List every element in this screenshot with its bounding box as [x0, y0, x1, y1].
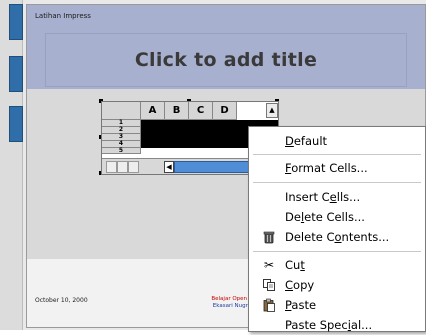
- menu-label: aste: [291, 298, 317, 312]
- footer-date: October 10, 2000: [35, 297, 88, 304]
- menu-accelerator: e: [329, 190, 337, 204]
- scroll-up-icon[interactable]: ▲: [266, 103, 278, 118]
- menu-accelerator: D: [285, 134, 294, 148]
- menu-label: efault: [293, 134, 328, 148]
- prev-sheet-nav-icon[interactable]: [117, 161, 128, 173]
- menu-label: ete Cells...: [304, 210, 365, 224]
- title-placeholder[interactable]: Click to add title: [45, 33, 407, 87]
- row-header-5[interactable]: 5: [102, 148, 141, 154]
- menu-label: Cu: [285, 258, 301, 272]
- next-sheet-nav-icon[interactable]: [128, 161, 139, 173]
- menu-item-paste-special[interactable]: Paste Special...: [249, 315, 425, 335]
- menu-accelerator: o: [334, 230, 342, 244]
- menu-separator: [253, 182, 421, 183]
- menu-item-insert-cells[interactable]: Insert Cells...: [249, 187, 425, 207]
- column-header-d[interactable]: D: [213, 102, 237, 120]
- menu-label: De: [285, 210, 301, 224]
- select-all-corner[interactable]: [102, 102, 141, 120]
- copy-icon: [261, 278, 277, 292]
- menu-accelerator: t: [300, 258, 305, 272]
- menu-item-format-cells[interactable]: Format Cells...: [249, 158, 425, 178]
- menu-item-delete-contents[interactable]: Delete Contents...: [249, 227, 425, 247]
- side-tab-1[interactable]: [9, 4, 23, 40]
- menu-item-default[interactable]: Default: [249, 131, 425, 151]
- first-sheet-nav-icon[interactable]: [106, 161, 117, 173]
- context-menu: Default Format Cells... Insert Cells... …: [248, 126, 426, 332]
- menu-label: Delete C: [285, 230, 335, 244]
- menu-item-paste[interactable]: Paste: [249, 295, 425, 315]
- side-tab-2[interactable]: [9, 56, 23, 92]
- menu-label: Insert C: [285, 190, 330, 204]
- left-panel-strip: [0, 0, 23, 330]
- trash-icon: [261, 230, 277, 244]
- impress-workspace: Latihan Impress Click to add title Octob…: [0, 0, 426, 332]
- paste-icon: [261, 298, 277, 312]
- menu-item-delete-cells[interactable]: Delete Cells...: [249, 207, 425, 227]
- menu-label: ormat Cells...: [291, 161, 368, 175]
- menu-item-cut[interactable]: ✂ Cut: [249, 255, 425, 275]
- menu-separator: [253, 154, 421, 155]
- column-header-row: A B C D ▲: [102, 102, 278, 120]
- scroll-left-icon[interactable]: ◀: [164, 161, 174, 173]
- menu-label: lls...: [336, 190, 361, 204]
- scissors-icon: ✂: [263, 258, 275, 272]
- presentation-name: Latihan Impress: [35, 12, 91, 20]
- column-header-c[interactable]: C: [189, 102, 213, 120]
- menu-separator: [253, 251, 421, 252]
- column-header-a[interactable]: A: [141, 102, 165, 120]
- menu-label: ntents...: [341, 230, 390, 244]
- menu-accelerator: C: [285, 278, 294, 292]
- menu-label: opy: [293, 278, 315, 292]
- menu-item-copy[interactable]: Copy: [249, 275, 425, 295]
- side-tab-3[interactable]: [9, 106, 23, 142]
- column-header-b[interactable]: B: [165, 102, 189, 120]
